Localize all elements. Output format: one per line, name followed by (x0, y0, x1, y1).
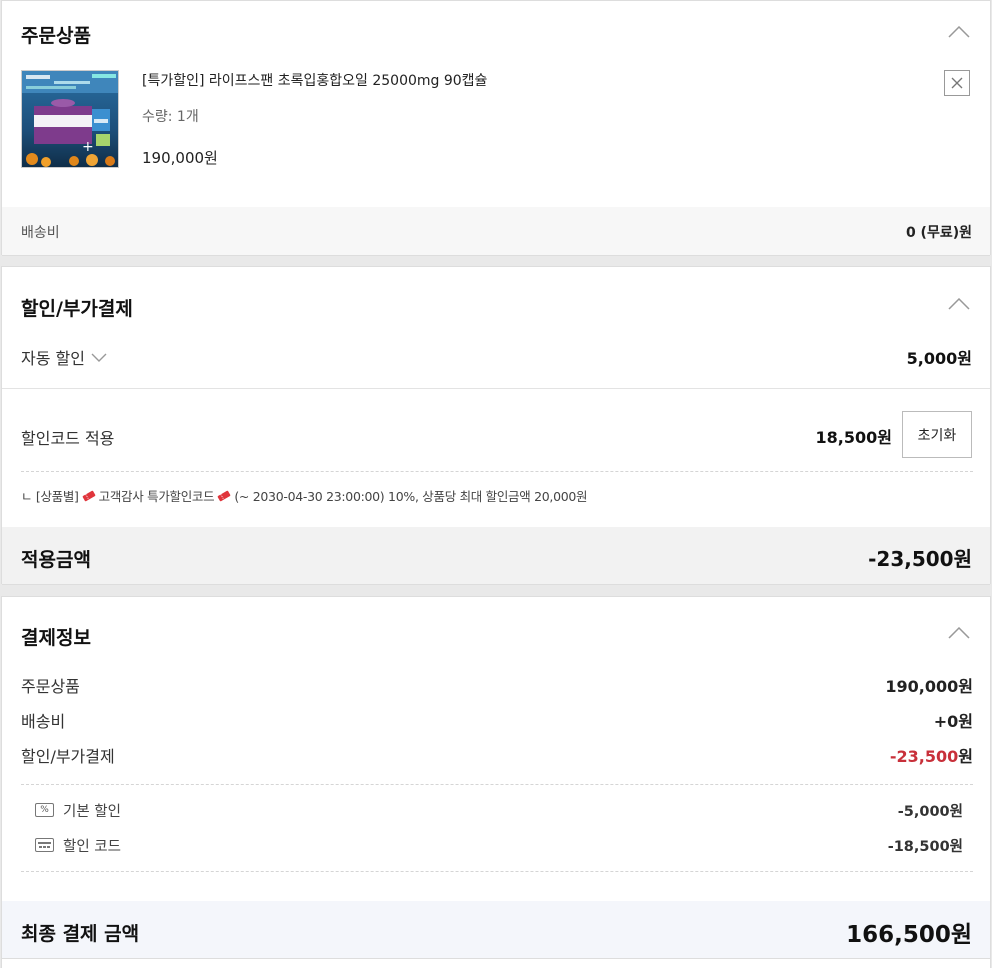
payment-row-items: 주문상품 190,000원 (21, 673, 973, 696)
payment-row-value: +0원 (933, 712, 973, 731)
discount-title: 할인/부가결제 (21, 298, 133, 320)
discount-amount: -23,500 (889, 747, 959, 766)
payment-row-value: -23,500원 (890, 743, 973, 767)
ticket-icon (217, 490, 231, 502)
sub-row-label: 기본 할인 (63, 804, 121, 820)
product-quantity: 수량: 1개 (142, 109, 199, 125)
order-payment-page: 주문상품 + [특가할인] 라이프스팬 초록입홍합오일 25000mg 90캡슐… (0, 0, 992, 968)
reset-button[interactable]: 초기화 (902, 411, 972, 458)
currency-unit: 원 (958, 747, 973, 766)
ticket-icon (82, 490, 96, 502)
product-price: 190,000원 (142, 149, 218, 167)
payment-row-discount: 할인/부가결제 -23,500원 (21, 743, 973, 767)
applied-amount-row: 적용금액 -23,500원 (2, 527, 990, 585)
sub-row-label: 할인 코드 (63, 839, 121, 855)
order-items-section: 주문상품 + [특가할인] 라이프스팬 초록입홍합오일 25000mg 90캡슐… (1, 0, 991, 256)
chevron-down-icon (91, 348, 107, 367)
payment-row-shipping: 배송비 +0원 (21, 708, 973, 731)
collapse-chevron-up-icon[interactable] (948, 298, 970, 310)
percent-icon: % (35, 803, 54, 817)
auto-discount-value: 5,000원 (906, 349, 972, 368)
remove-item-button[interactable] (944, 70, 970, 96)
product-name[interactable]: [특가할인] 라이프스팬 초록입홍합오일 25000mg 90캡슐 (142, 70, 487, 90)
sub-row-value: -18,500원 (887, 839, 963, 855)
divider (21, 871, 973, 872)
auto-discount-label: 자동 할인 (21, 349, 85, 368)
applied-amount-label: 적용금액 (21, 549, 91, 571)
code-detail-name: 고객감사 특가할인코드 (98, 489, 215, 504)
code-detail-period: (~ 2030-04-30 23:00:00) 10%, 상품당 최대 할인금액… (234, 489, 588, 504)
shipping-fee-row: 배송비 0 (무료)원 (2, 207, 990, 256)
svg-text:+: + (82, 139, 94, 155)
divider (2, 388, 990, 389)
payment-info-title: 결제정보 (21, 627, 91, 649)
payment-info-section: 결제정보 주문상품 190,000원 배송비 +0원 할인/부가결제 -23,5… (1, 596, 991, 968)
final-amount-value: 166,500원 (846, 922, 972, 948)
sub-row-basic-discount: % 기본 할인 -5,000원 (35, 800, 963, 822)
discount-code-value: 18,500원 (815, 428, 892, 447)
payment-row-label: 배송비 (21, 712, 66, 731)
code-detail-prefix: ㄴ [상품별] (21, 489, 79, 504)
final-amount-label: 최종 결제 금액 (21, 923, 140, 945)
auto-discount-toggle[interactable]: 자동 할인 (21, 345, 107, 369)
divider (21, 784, 973, 785)
product-thumbnail[interactable]: + (21, 70, 119, 168)
shipping-fee-label: 배송비 (21, 225, 60, 241)
coupon-card-icon (35, 838, 54, 852)
close-icon (951, 74, 963, 93)
divider (21, 471, 973, 472)
order-items-title: 주문상품 (21, 25, 91, 47)
payment-row-value: 190,000원 (885, 677, 973, 696)
discount-code-detail: ㄴ [상품별] 고객감사 특가할인코드 (~ 2030-04-30 23:00:… (21, 486, 588, 505)
collapse-chevron-up-icon[interactable] (948, 627, 970, 639)
shipping-fee-value: 0 (무료)원 (905, 225, 972, 241)
discount-code-label: 할인코드 적용 (21, 429, 115, 448)
discount-section: 할인/부가결제 자동 할인 5,000원 할인코드 적용 18,500원 초기화… (1, 266, 991, 585)
sub-row-value: -5,000원 (897, 804, 963, 820)
collapse-chevron-up-icon[interactable] (948, 26, 970, 38)
payment-row-label: 주문상품 (21, 677, 80, 696)
payment-row-label: 할인/부가결제 (21, 747, 115, 766)
sub-row-code-discount: 할인 코드 -18,500원 (35, 835, 963, 857)
final-amount-row: 최종 결제 금액 166,500원 (2, 901, 990, 959)
applied-amount-value: -23,500원 (868, 547, 972, 571)
